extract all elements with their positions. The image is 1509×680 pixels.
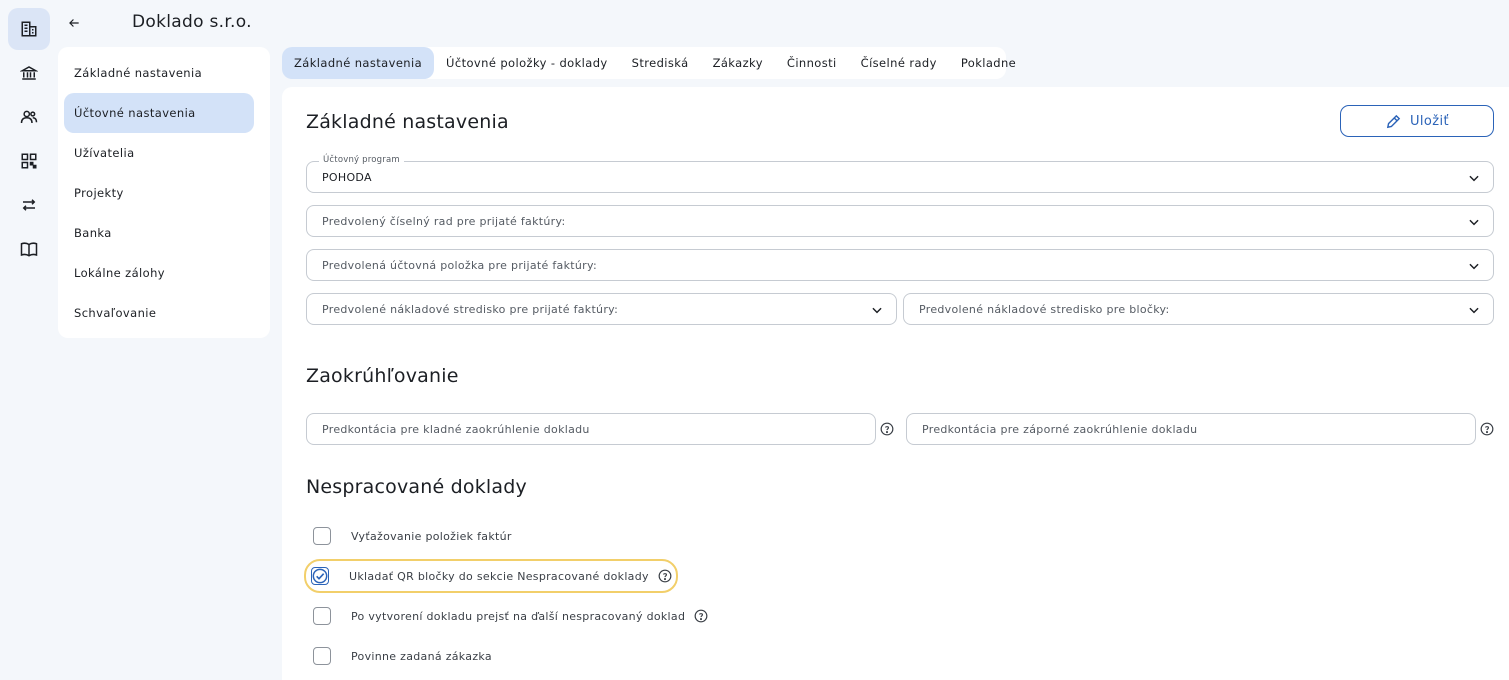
qr-code-icon xyxy=(21,153,37,169)
rail-qr-button[interactable] xyxy=(8,140,50,182)
arrow-left-icon xyxy=(69,19,79,27)
rail-transfers-button[interactable] xyxy=(8,184,50,226)
rail-docs-button[interactable] xyxy=(8,228,50,270)
side-item-local-backups[interactable]: Lokálne zálohy xyxy=(64,253,254,293)
rounding-negative-placeholder: Predkontácia pre záporné zaokrúhlenie do… xyxy=(922,422,1198,436)
option-extract-invoice-items: Vyťažovanie položiek faktúr xyxy=(306,520,512,552)
option-label: Ukladať QR bločky do sekcie Nespracované… xyxy=(349,569,649,583)
check-circle-icon xyxy=(312,568,328,584)
chevron-down-icon xyxy=(1469,219,1479,226)
default-cost-center-invoices-placeholder: Predvolené nákladové stredisko pre prija… xyxy=(322,302,619,316)
option-save-qr-receipts: Ukladať QR bločky do sekcie Nespracované… xyxy=(304,559,678,593)
mandatory-order-checkbox[interactable] xyxy=(313,647,331,665)
rounding-positive-placeholder: Predkontácia pre kladné zaokrúhlenie dok… xyxy=(322,422,590,436)
back-button[interactable] xyxy=(62,11,86,35)
option-go-to-next-document: Po vytvorení dokladu prejsť na ďalší nes… xyxy=(306,600,708,632)
save-qr-receipts-checkbox[interactable] xyxy=(311,567,329,585)
side-item-accounting-settings[interactable]: Účtovné nastavenia xyxy=(64,93,254,133)
default-accounting-item-placeholder: Predvolená účtovná položka pre prijaté f… xyxy=(322,258,597,272)
save-button[interactable]: Uložiť xyxy=(1340,105,1494,137)
pencil-icon xyxy=(1386,114,1401,128)
help-icon[interactable] xyxy=(658,569,672,583)
help-icon[interactable] xyxy=(880,422,894,436)
side-item-bank[interactable]: Banka xyxy=(64,213,254,253)
tab-cost-centers[interactable]: Strediská xyxy=(620,47,701,79)
go-to-next-document-checkbox[interactable] xyxy=(313,607,331,625)
default-number-series-placeholder: Predvolený číselný rad pre prijaté faktú… xyxy=(322,214,566,228)
tab-cash-registers[interactable]: Pokladne xyxy=(949,47,1028,79)
save-button-label: Uložiť xyxy=(1409,113,1449,129)
unprocessed-title: Nespracované doklady xyxy=(306,476,527,498)
rounding-positive-input[interactable]: Predkontácia pre kladné zaokrúhlenie dok… xyxy=(306,413,876,445)
rail-companies-button[interactable] xyxy=(8,8,50,50)
accounting-program-legend: Účtovný program xyxy=(319,155,404,165)
chevron-down-icon xyxy=(1469,307,1479,314)
option-mandatory-order: Povinne zadaná zákazka xyxy=(306,640,492,672)
page-title: Základné nastavenia xyxy=(306,111,509,133)
default-cost-center-invoices-select[interactable]: Predvolené nákladové stredisko pre prija… xyxy=(306,293,897,325)
side-item-approval[interactable]: Schvaľovanie xyxy=(64,293,254,333)
help-icon[interactable] xyxy=(1480,422,1494,436)
side-item-users[interactable]: Užívatelia xyxy=(64,133,254,173)
chevron-down-icon xyxy=(872,307,882,314)
rounding-title: Zaokrúhľovanie xyxy=(306,365,459,387)
tab-accounting-items[interactable]: Účtovné položky - doklady xyxy=(434,47,620,79)
option-label: Povinne zadaná zákazka xyxy=(351,649,492,663)
rounding-negative-input[interactable]: Predkontácia pre záporné zaokrúhlenie do… xyxy=(906,413,1476,445)
tab-number-series[interactable]: Číselné rady xyxy=(849,47,949,79)
chevron-down-icon xyxy=(1469,175,1479,182)
extract-invoice-items-checkbox[interactable] xyxy=(313,527,331,545)
option-label: Vyťažovanie položiek faktúr xyxy=(351,529,512,543)
rail-bank-button[interactable] xyxy=(8,52,50,94)
app-rail xyxy=(0,0,58,680)
accounting-program-value: POHODA xyxy=(322,170,372,184)
default-accounting-item-select[interactable]: Predvolená účtovná položka pre prijaté f… xyxy=(306,249,1494,281)
side-item-projects[interactable]: Projekty xyxy=(64,173,254,213)
default-cost-center-receipts-placeholder: Predvolené nákladové stredisko pre bločk… xyxy=(919,302,1170,316)
chevron-down-icon xyxy=(1469,263,1479,270)
tab-basic-settings[interactable]: Základné nastavenia xyxy=(282,47,435,79)
tab-orders[interactable]: Zákazky xyxy=(701,47,775,79)
buildings-icon xyxy=(21,21,37,37)
settings-side-menu: Základné nastavenia Účtovné nastavenia U… xyxy=(58,47,270,338)
option-label: Po vytvorení dokladu prejsť na ďalší nes… xyxy=(351,609,686,623)
default-cost-center-receipts-select[interactable]: Predvolené nákladové stredisko pre bločk… xyxy=(903,293,1494,325)
settings-panel: Základné nastavenia Uložiť Účtovný progr… xyxy=(282,87,1509,680)
help-icon[interactable] xyxy=(694,609,708,623)
default-number-series-select[interactable]: Predvolený číselný rad pre prijaté faktú… xyxy=(306,205,1494,237)
side-item-basic-settings[interactable]: Základné nastavenia xyxy=(64,53,254,93)
company-name: Doklado s.r.o. xyxy=(132,12,252,32)
tab-activities[interactable]: Činnosti xyxy=(775,47,849,79)
users-icon xyxy=(20,110,38,124)
bank-icon xyxy=(20,66,38,80)
transfer-arrows-icon xyxy=(22,199,36,211)
settings-tabs: Základné nastavenia Účtovné položky - do… xyxy=(282,47,1016,79)
rail-users-button[interactable] xyxy=(8,96,50,138)
book-icon xyxy=(20,242,38,257)
accounting-program-select[interactable]: Účtovný program POHODA xyxy=(306,155,1494,193)
